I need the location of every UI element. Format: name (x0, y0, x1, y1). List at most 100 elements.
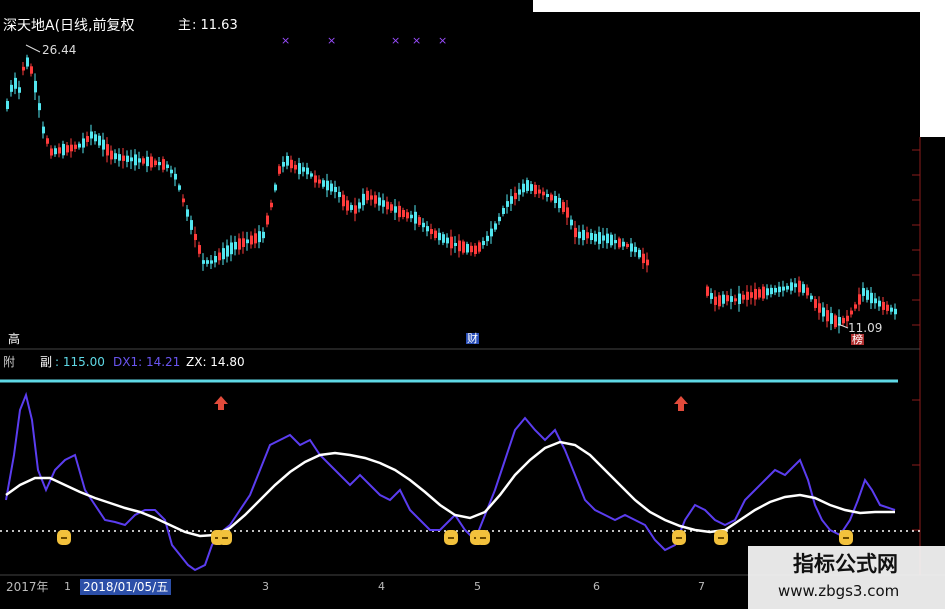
candle-body (630, 243, 633, 252)
candle-body (762, 286, 765, 299)
candle-body (586, 232, 589, 239)
month-tick: 3 (262, 580, 269, 593)
candlestick-series (6, 54, 897, 334)
ranking-tag[interactable]: 榜 (851, 334, 864, 345)
candle-body (850, 310, 853, 315)
candle-body (646, 259, 649, 266)
candle-body (818, 303, 821, 313)
candle-body (634, 246, 637, 253)
candle-body (882, 301, 885, 310)
candle-body (706, 286, 709, 296)
candle-body (246, 239, 249, 244)
candle-body (250, 235, 253, 245)
candle-body (290, 159, 293, 169)
financial-tag[interactable]: 财 (466, 333, 479, 344)
candle-body (262, 231, 265, 239)
candle-body (18, 87, 21, 93)
purple-x-icon: × (391, 34, 400, 47)
candle-body (102, 139, 105, 150)
candle-body (242, 238, 245, 248)
candle-body (530, 184, 533, 191)
candle-body (202, 260, 205, 264)
candle-body (258, 231, 261, 243)
signal-dot-icon (444, 530, 458, 545)
high-price-marker: 26.44 (42, 43, 77, 57)
candle-body (566, 207, 569, 218)
signal-dot-icon (714, 530, 728, 545)
candle-body (386, 201, 389, 210)
candle-body (598, 232, 601, 244)
candle-body (162, 159, 165, 170)
candle-body (238, 238, 241, 250)
watermark-box: 指标公式网 www.zbgs3.com (748, 546, 945, 609)
candle-body (154, 160, 157, 166)
candle-body (614, 240, 617, 244)
candle-body (522, 183, 525, 193)
candle-body (870, 292, 873, 304)
candle-body (78, 143, 81, 148)
candle-body (854, 304, 857, 309)
candle-body (806, 287, 809, 296)
candle-body (822, 307, 825, 317)
candle-body (402, 210, 405, 217)
candle-body (606, 233, 609, 244)
signal-dot-icon (57, 530, 71, 545)
candle-body (498, 216, 501, 222)
candle-body (590, 232, 593, 241)
signal-dot-icon (476, 530, 490, 545)
candle-body (274, 184, 277, 191)
candle-body (422, 222, 425, 228)
candle-body (398, 205, 401, 218)
candle-body (414, 211, 417, 224)
sub-panel-label: 副 (40, 355, 53, 369)
candle-body (222, 248, 225, 260)
candle-body (794, 283, 797, 288)
candle-body (366, 190, 369, 201)
candle-body (34, 80, 37, 93)
candle-body (570, 219, 573, 226)
candle-body (738, 293, 741, 305)
candle-body (454, 242, 457, 247)
candle-body (710, 293, 713, 299)
candle-body (406, 212, 409, 219)
candle-body (50, 148, 53, 156)
candle-body (602, 235, 605, 241)
price-value: : 11.63 (192, 18, 238, 33)
candle-body (442, 234, 445, 243)
candle-body (126, 155, 129, 162)
candle-body (334, 186, 337, 193)
candle-body (890, 307, 893, 312)
candle-body (458, 240, 461, 252)
candle-body (206, 260, 209, 264)
selected-date[interactable]: 2018/01/05/五 (80, 579, 172, 595)
candle-body (230, 242, 233, 255)
candle-body (14, 77, 17, 89)
purple-x-icon: × (281, 34, 290, 47)
candle-body (66, 145, 69, 153)
candle-body (54, 148, 57, 155)
candle-body (6, 100, 9, 110)
candle-body (158, 162, 161, 166)
candle-body (482, 240, 485, 246)
candle-body (446, 237, 449, 244)
candle-body (42, 126, 45, 134)
watermark-url: www.zbgs3.com (778, 582, 900, 600)
candle-body (26, 57, 29, 67)
candle-body (362, 193, 365, 206)
candle-body (534, 184, 537, 195)
candle-body (418, 217, 421, 225)
candle-body (778, 286, 781, 293)
stock-chart-window: × × × × × 深天地A(日线,前复权 主 : 11.63 26.44 11… (0, 0, 945, 609)
candle-body (594, 233, 597, 242)
chart-canvas[interactable]: × × × × × (0, 0, 945, 609)
month-tick: 5 (474, 580, 481, 593)
candle-body (642, 253, 645, 264)
candle-body (58, 147, 61, 154)
candle-body (502, 208, 505, 214)
candle-body (374, 195, 377, 204)
candle-body (546, 193, 549, 198)
candle-body (30, 66, 33, 74)
candle-body (826, 310, 829, 322)
candle-body (178, 185, 181, 190)
candle-body (86, 136, 89, 142)
